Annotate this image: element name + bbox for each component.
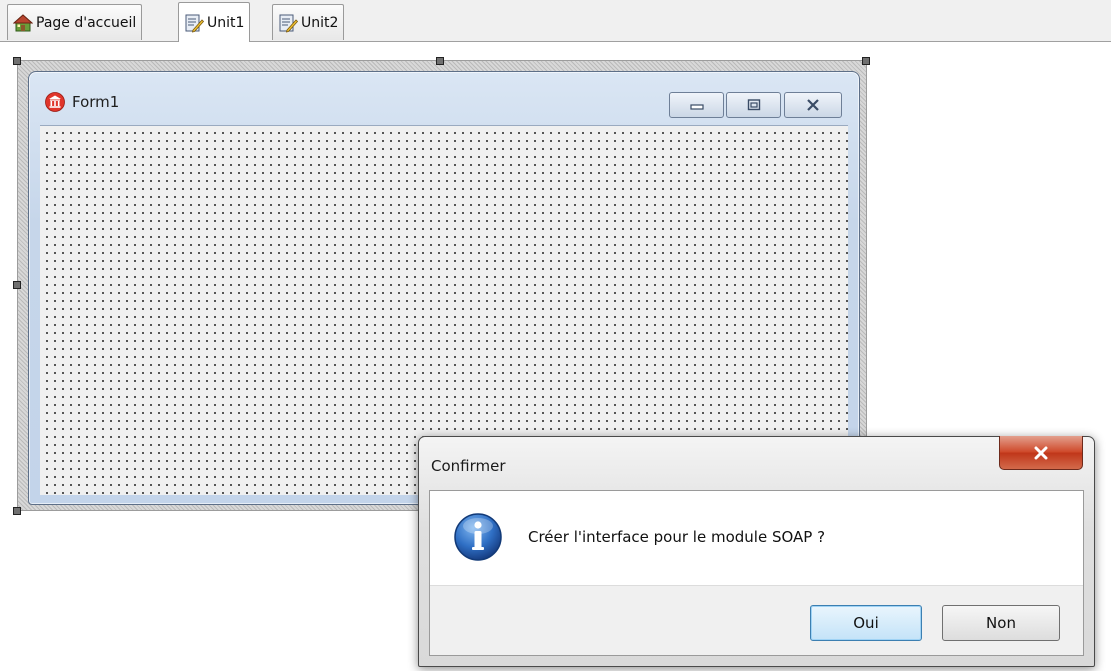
form-title-bar: Form1 bbox=[45, 92, 119, 112]
close-icon bbox=[1034, 446, 1048, 459]
form-title: Form1 bbox=[72, 93, 120, 111]
close-button[interactable] bbox=[784, 92, 842, 118]
dialog-title: Confirmer bbox=[431, 457, 506, 475]
unit-file-icon bbox=[185, 14, 204, 33]
resize-handle-left[interactable] bbox=[13, 281, 21, 289]
unit-file-icon bbox=[279, 14, 298, 33]
info-icon bbox=[454, 513, 502, 561]
maximize-icon bbox=[747, 99, 760, 111]
minimize-button[interactable] bbox=[669, 92, 724, 118]
tab-label: Page d'accueil bbox=[36, 14, 137, 31]
tab-label: Unit1 bbox=[207, 14, 245, 31]
resize-handle-bottom-left[interactable] bbox=[13, 507, 21, 515]
home-icon bbox=[13, 13, 33, 31]
minimize-icon bbox=[689, 104, 704, 110]
dialog-body: Créer l'interface pour le module SOAP ? … bbox=[429, 490, 1084, 656]
resize-handle-top-left[interactable] bbox=[13, 57, 21, 65]
dialog-message: Créer l'interface pour le module SOAP ? bbox=[528, 528, 826, 546]
editor-tab-strip: Page d'accueil Unit1 Unit2 bbox=[0, 0, 1111, 42]
tab-unit1[interactable]: Unit1 bbox=[178, 2, 251, 42]
dialog-close-button[interactable] bbox=[999, 436, 1083, 470]
maximize-button[interactable] bbox=[726, 92, 781, 118]
yes-button[interactable]: Oui bbox=[810, 605, 922, 641]
confirm-dialog: Confirmer Créer l'interface pour le modu… bbox=[418, 436, 1095, 667]
tab-unit2[interactable]: Unit2 bbox=[272, 4, 345, 40]
tab-page-accueil[interactable]: Page d'accueil bbox=[7, 4, 143, 40]
dialog-message-area: Créer l'interface pour le module SOAP ? bbox=[430, 491, 1083, 586]
close-icon bbox=[807, 99, 819, 111]
app-icon bbox=[45, 92, 65, 112]
tab-label: Unit2 bbox=[301, 14, 339, 31]
no-button[interactable]: Non bbox=[942, 605, 1060, 641]
resize-handle-top-right[interactable] bbox=[862, 57, 870, 65]
resize-handle-top[interactable] bbox=[436, 57, 444, 65]
